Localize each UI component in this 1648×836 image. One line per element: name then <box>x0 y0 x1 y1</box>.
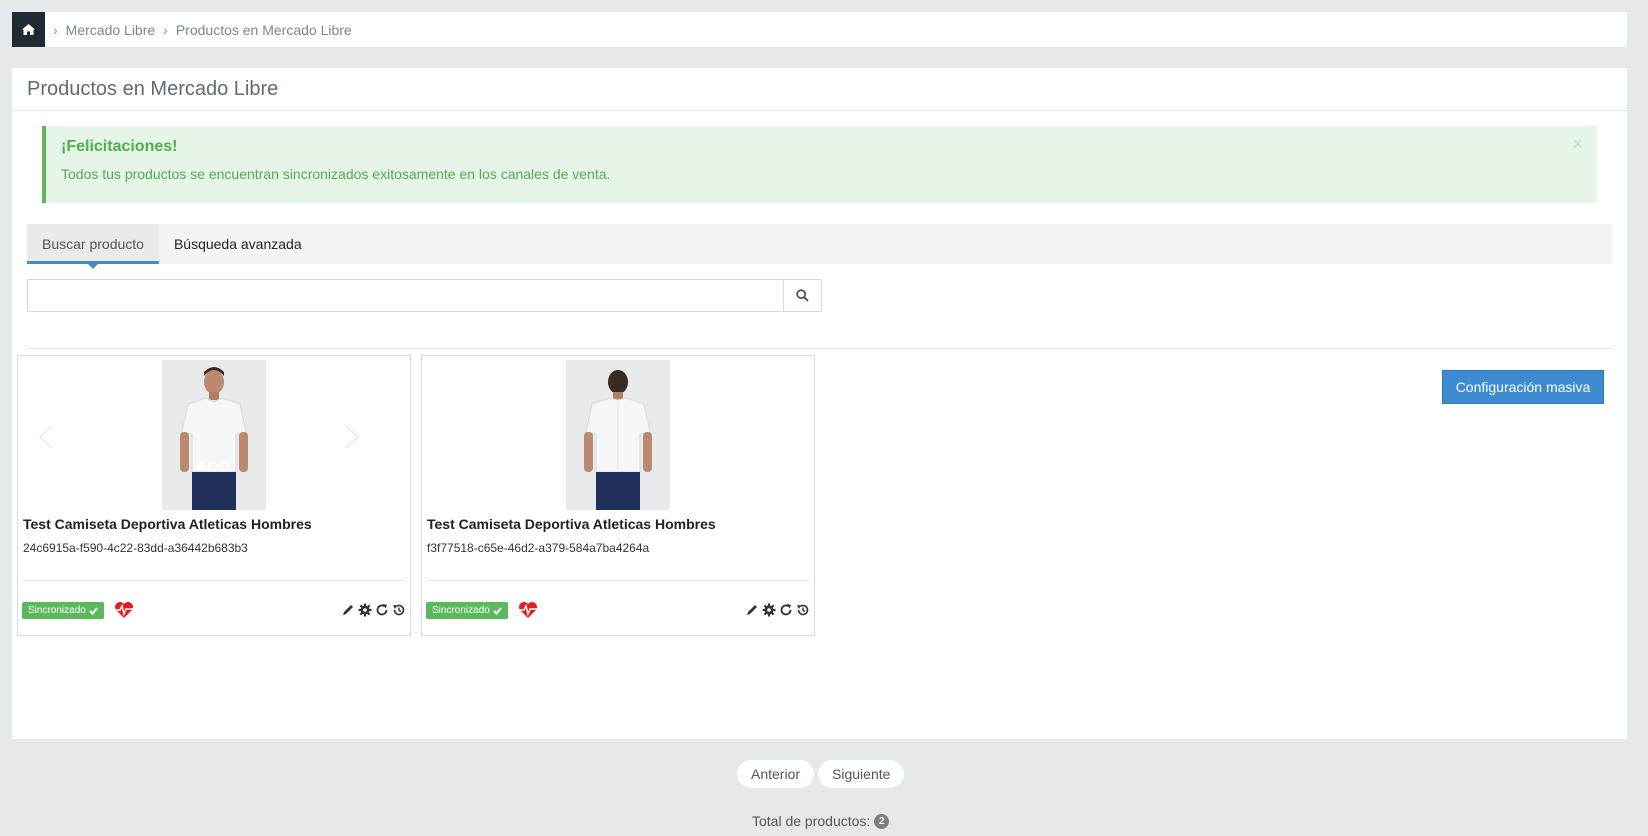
total-label: Total de productos: <box>752 813 871 829</box>
next-page-button[interactable]: Siguiente <box>818 760 905 788</box>
pagination: Anterior Siguiente <box>737 760 905 788</box>
alert-message: Todos tus productos se encuentran sincro… <box>61 166 611 182</box>
gear-icon[interactable] <box>762 603 776 617</box>
status-label: Sincronizado <box>28 605 86 616</box>
carousel-dots <box>196 462 229 471</box>
status-badge: Sincronizado <box>426 602 508 619</box>
mass-config-button[interactable]: Configuración masiva <box>1442 370 1604 404</box>
search-box <box>27 279 822 312</box>
refresh-icon[interactable] <box>779 603 793 617</box>
carousel-dot[interactable] <box>208 462 217 471</box>
history-icon[interactable] <box>796 603 810 617</box>
pencil-icon[interactable] <box>745 603 759 617</box>
status-badge: Sincronizado <box>22 602 104 619</box>
pencil-icon[interactable] <box>341 603 355 617</box>
chevron-right-icon[interactable] <box>336 424 362 450</box>
gear-icon[interactable] <box>358 603 372 617</box>
breadcrumb-item-productos[interactable]: Productos en Mercado Libre <box>176 22 352 38</box>
alert-title: ¡Felicitaciones! <box>61 138 178 155</box>
carousel-dot[interactable] <box>220 462 229 471</box>
total-products: Total de productos: 2 <box>752 813 890 829</box>
home-icon <box>22 24 35 35</box>
card-divider <box>427 580 809 581</box>
search-icon <box>796 289 809 302</box>
breadcrumb: › Mercado Libre › Productos en Mercado L… <box>12 12 1627 47</box>
breadcrumb-separator: › <box>53 21 58 38</box>
heart-pulse-icon[interactable] <box>518 601 538 619</box>
product-image[interactable] <box>162 360 266 510</box>
card-actions <box>341 603 406 617</box>
title-divider <box>12 110 1627 111</box>
check-icon <box>89 606 98 615</box>
product-name: Test Camiseta Deportiva Atleticas Hombre… <box>23 516 312 532</box>
product-card: Test Camiseta Deportiva Atleticas Hombre… <box>421 355 815 636</box>
chevron-left-icon[interactable] <box>36 424 62 450</box>
page-title: Productos en Mercado Libre <box>27 78 279 100</box>
product-sku: f3f77518-c65e-46d2-a379-584a7ba4264a <box>427 541 650 555</box>
history-icon[interactable] <box>392 603 406 617</box>
check-icon <box>493 606 502 615</box>
success-alert: ¡Felicitaciones! Todos tus productos se … <box>42 126 1597 203</box>
search-button[interactable] <box>783 280 821 311</box>
total-count-badge: 2 <box>874 813 890 829</box>
breadcrumb-separator: › <box>163 21 168 38</box>
search-tabs: Buscar producto Búsqueda avanzada <box>27 224 1612 269</box>
product-card: Test Camiseta Deportiva Atleticas Hombre… <box>17 355 411 636</box>
product-image[interactable] <box>566 360 670 510</box>
tab-buscar-producto[interactable]: Buscar producto <box>27 224 159 269</box>
divider <box>27 348 1612 349</box>
refresh-icon[interactable] <box>375 603 389 617</box>
status-label: Sincronizado <box>432 605 490 616</box>
product-sku: 24c6915a-f590-4c22-83dd-a36442b683b3 <box>23 541 248 555</box>
tab-busqueda-avanzada[interactable]: Búsqueda avanzada <box>159 224 317 264</box>
product-name: Test Camiseta Deportiva Atleticas Hombre… <box>427 516 716 532</box>
prev-page-button[interactable]: Anterior <box>737 760 815 788</box>
heart-pulse-icon[interactable] <box>114 601 134 619</box>
card-actions <box>745 603 810 617</box>
close-icon[interactable]: × <box>1572 134 1583 155</box>
home-button[interactable] <box>12 12 45 47</box>
carousel-dot[interactable] <box>196 462 205 471</box>
search-input[interactable] <box>28 280 783 311</box>
breadcrumb-item-mercado-libre[interactable]: Mercado Libre <box>66 22 156 38</box>
card-divider <box>23 580 405 581</box>
